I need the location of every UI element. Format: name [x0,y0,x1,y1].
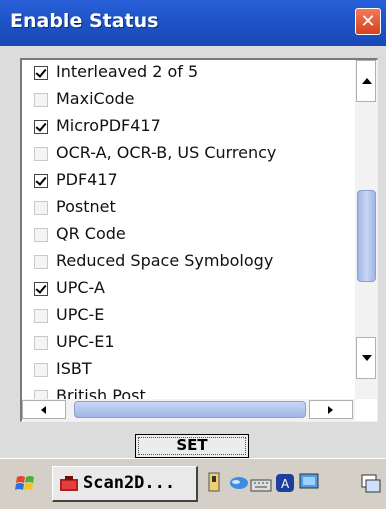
right-arrow-icon [328,406,333,414]
scan2d-app-button[interactable]: Scan2D... [52,466,198,502]
input-panel-icon[interactable] [360,473,382,495]
network-icon[interactable] [206,471,228,495]
horizontal-scroll-thumb[interactable] [74,401,306,418]
list-item-label: OCR-A, OCR-B, US Currency [56,143,277,162]
list-item[interactable]: Reduced Space Symbology [34,251,354,277]
list-item-label: Reduced Space Symbology [56,251,274,270]
list-item[interactable]: UPC-A [34,278,354,304]
list-item[interactable]: MaxiCode [34,89,354,115]
list-item[interactable]: OCR-A, OCR-B, US Currency [34,143,354,169]
security-icon[interactable]: A [274,471,296,495]
horizontal-scrollbar[interactable] [22,399,355,421]
list-item[interactable]: MicroPDF417 [34,116,354,142]
list-item[interactable]: UPC-E [34,305,354,331]
scroll-left-button[interactable] [22,400,66,419]
down-arrow-icon [362,355,372,361]
list-item[interactable]: Postnet [34,197,354,223]
checkbox[interactable] [34,255,48,269]
list-item-label: Interleaved 2 of 5 [56,62,199,81]
scroll-right-button[interactable] [309,400,353,419]
checkbox[interactable] [34,147,48,161]
close-button[interactable]: ✕ [355,8,381,35]
checkbox[interactable] [34,174,48,188]
keyboard-input-icon[interactable] [250,471,272,495]
symbology-list[interactable]: Interleaved 2 of 5 MaxiCode MicroPDF417 OCR… [20,58,378,422]
checkbox[interactable] [34,336,48,350]
list-item-label: PDF417 [56,170,118,189]
window-title: Enable Status [10,10,159,32]
list-item-label: UPC-E1 [56,332,115,351]
list-item[interactable]: UPC-E1 [34,332,354,358]
svg-text:A: A [281,477,290,491]
list-item-label: MicroPDF417 [56,116,161,135]
scroll-up-button[interactable] [356,60,376,102]
checkbox[interactable] [34,363,48,377]
monitor-icon[interactable] [298,471,320,495]
list-item-label: MaxiCode [56,89,135,108]
list-item-label: UPC-E [56,305,105,324]
scroll-down-button[interactable] [356,337,376,379]
checkbox[interactable] [34,120,48,134]
checkbox[interactable] [34,93,48,107]
list-item-label: ISBT [56,359,92,378]
list-item[interactable]: PDF417 [34,170,354,196]
list-item-label: Postnet [56,197,116,216]
bluetooth-icon[interactable] [228,471,250,495]
checkbox[interactable] [34,66,48,80]
taskbar: Scan2D... A [0,458,386,509]
vertical-scroll-thumb[interactable] [357,190,376,282]
title-bar: Enable Status ✕ [0,0,386,46]
list-item[interactable]: Interleaved 2 of 5 [34,62,354,88]
up-arrow-icon [362,78,372,84]
set-button[interactable]: SET [135,434,249,458]
vertical-scrollbar[interactable] [355,60,377,399]
app-label: Scan2D... [83,473,176,493]
checkbox[interactable] [34,228,48,242]
list-item-label: UPC-A [56,278,105,297]
checkbox[interactable] [34,282,48,296]
list-item[interactable]: QR Code [34,224,354,250]
left-arrow-icon [41,406,46,414]
windows-flag-icon[interactable] [14,471,40,497]
scanner-app-icon [60,476,78,491]
list-item[interactable]: ISBT [34,359,354,385]
checkbox[interactable] [34,201,48,215]
list-item-label: QR Code [56,224,126,243]
checkbox[interactable] [34,309,48,323]
